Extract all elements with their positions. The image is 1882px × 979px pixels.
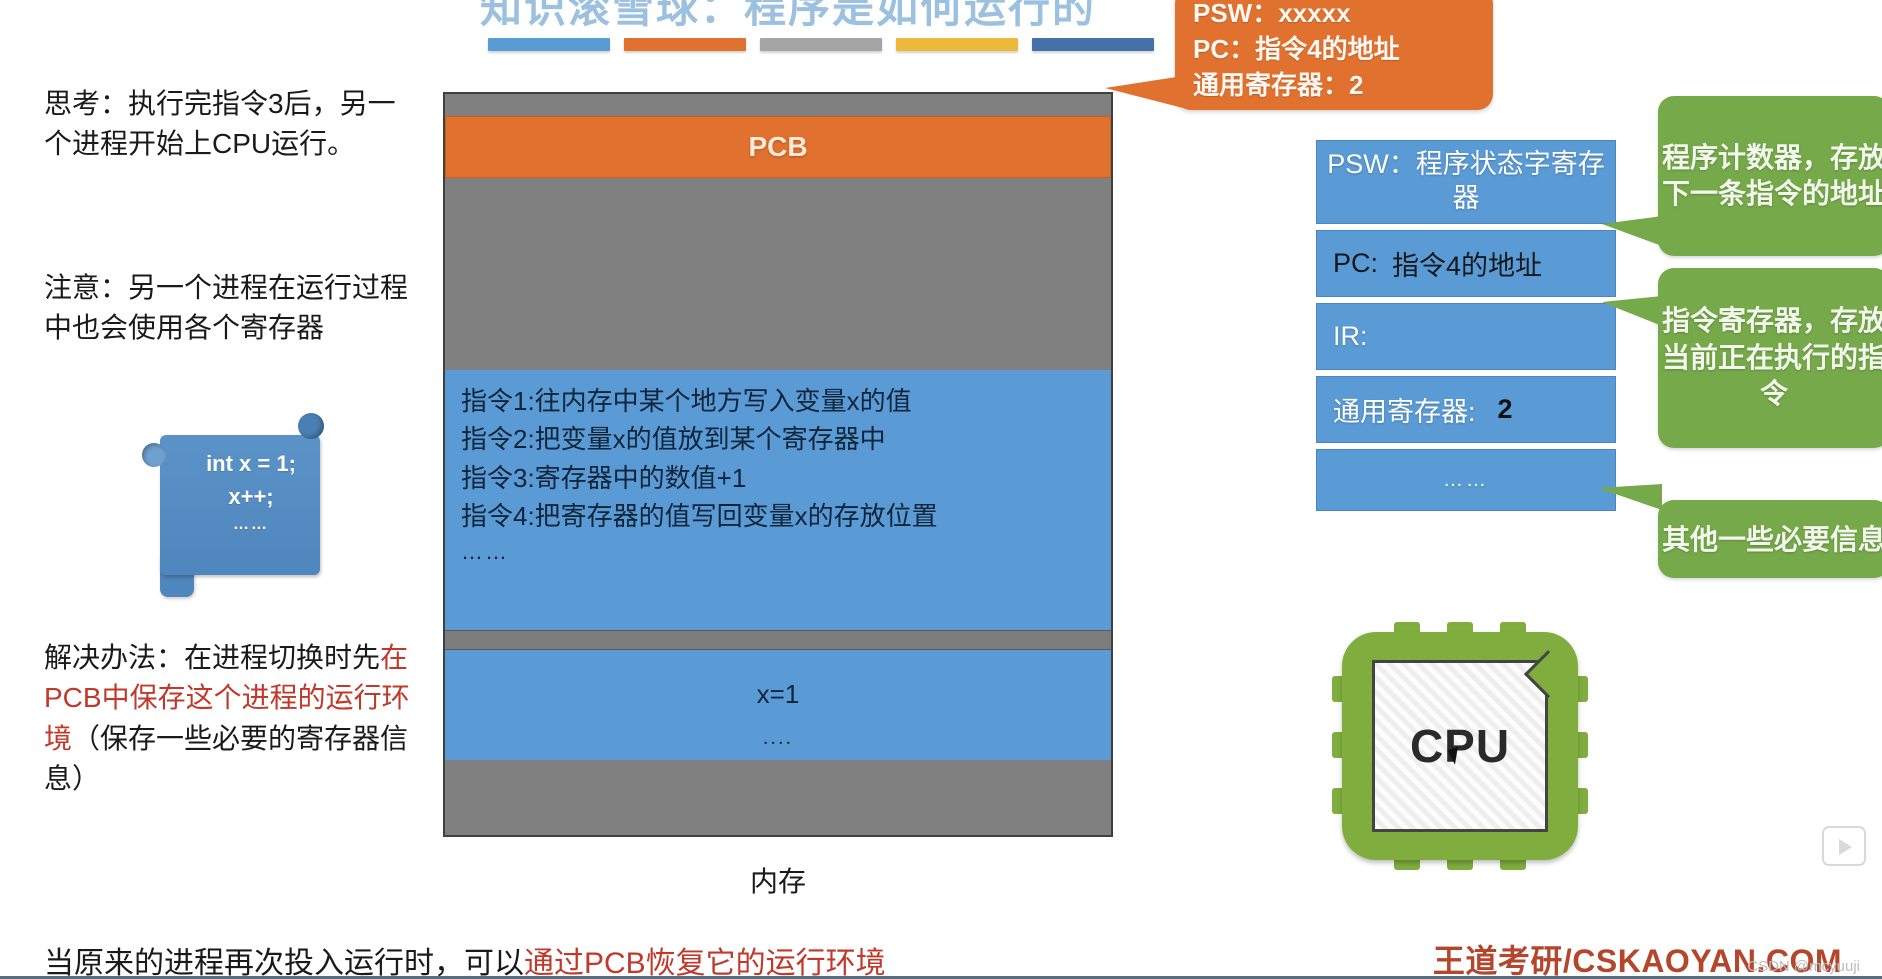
scroll-roll-top-right [298,413,324,439]
register-psw-label: PSW：程序状态字寄存器 [1327,149,1605,213]
register-ir-label: IR: [1333,321,1368,351]
memory-segment-gray-mid [445,178,1111,370]
register-pc-value: 指令4的地址 [1392,251,1543,281]
title-bar-2 [624,38,746,51]
code-line-2: x++; [228,484,274,509]
cpu-label: CPU [1409,720,1511,772]
instruction-list: 指令1:往内存中某个地方写入变量x的值 指令2:把变量x的值放到某个寄存器中 指… [445,370,1111,578]
instruction-4: 指令4:把寄存器的值写回变量x的存放位置 [461,501,938,532]
solution-suffix: （保存一些必要的寄存器信息） [44,722,409,794]
instruction-1: 指令1:往内存中某个地方写入变量x的值 [461,386,912,416]
callout-orange-line-1: PSW：xxxxx [1193,0,1351,28]
note-caution: 注意：另一个进程在运行过程中也会使用各个寄存器 [44,272,409,344]
register-pc: PC: 指令4的地址 [1316,230,1616,297]
callout-ir-tail [1602,296,1662,326]
callout-pc-tail [1602,216,1662,246]
instruction-more: …… [461,538,509,564]
code-line-1: int x = 1; [206,451,296,476]
callout-other-info: 其他一些必要信息 [1598,484,1882,578]
instruction-2: 指令2:把变量x的值放到某个寄存器中 [461,424,886,455]
footer-summary: 当原来的进程再次投入运行时，可以通过PCB恢复它的运行环境 [44,938,886,979]
note-solution: 解决办法：在进程切换时先在PCB中保存这个进程的运行环境（保存一些必要的寄存器信… [44,638,414,799]
memory-segment-divider [445,630,1111,650]
register-general: 通用寄存器: 2 [1316,376,1616,443]
data-more: .... [762,727,794,750]
memory-data-block: x=1 .... [445,650,1111,757]
note-think: 思考：执行完指令3后，另一个进程开始上CPU运行。 [44,88,396,160]
watermark-label: CSDN @mcyuuji [1747,958,1860,975]
cpu-chip-graphic: CPU [1332,622,1588,870]
callout-orange-line-3: 通用寄存器：2 [1193,69,1364,100]
memory-segment-pcb: PCB [445,116,1111,178]
memory-segment-bottom-gray [445,760,1111,835]
scroll-roll-top-left [142,443,166,467]
callout-other-text: 其他一些必要信息 [1661,523,1882,555]
footer-highlight: 通过PCB恢复它的运行环境 [524,947,886,979]
register-more-label: …… [1443,468,1489,491]
title-bar-3 [760,38,882,51]
register-psw: PSW：程序状态字寄存器 [1316,140,1616,224]
footer-prefix: 当原来的进程再次投入运行时，可以 [44,947,524,979]
pcb-label: PCB [748,131,808,162]
play-icon [1839,839,1852,855]
register-more: …… [1316,449,1616,511]
register-general-value: 2 [1497,394,1513,424]
title-bar-1 [488,38,610,51]
callout-ir-text: 指令寄存器，存放当前正在执行的指令 [1661,305,1882,410]
callout-other-tail [1598,484,1662,510]
memory-segment-instructions: 指令1:往内存中某个地方写入变量x的值 指令2:把变量x的值放到某个寄存器中 指… [445,370,1111,630]
callout-saved-context: PSW：xxxxx PC：指令4的地址 通用寄存器：2 [1105,0,1493,110]
callout-pc-text: 程序计数器，存放下一条指令的地址 [1661,141,1882,209]
callout-ir-description: 指令寄存器，存放当前正在执行的指令 [1602,268,1882,448]
callout-pc-description: 程序计数器，存放下一条指令的地址 [1602,96,1882,256]
slide-canvas: 知识滚雪球：程序是如何运行的 思考：执行完指令3后，另一个进程开始上CPU运行。… [0,0,1882,979]
cpu-chip-body: CPU [1342,632,1578,860]
title-accent-bars [488,38,1154,51]
scroll-code-text: int x = 1; x++; …… [176,447,326,537]
title-bar-5 [1032,38,1154,51]
play-button[interactable] [1822,826,1866,866]
code-scroll: int x = 1; x++; …… [142,413,324,597]
register-stack: PSW：程序状态字寄存器 PC: 指令4的地址 IR: 通用寄存器: 2 …… [1316,140,1616,517]
data-value: x=1 [756,679,800,709]
code-line-3: …… [233,516,269,533]
callout-orange-line-2: PC：指令4的地址 [1193,33,1400,64]
title-bar-4 [896,38,1018,51]
memory-caption: 内存 [749,866,806,897]
memory-segment-top-gray [445,94,1111,116]
callout-orange-tail [1105,76,1183,108]
page-title: 知识滚雪球：程序是如何运行的 [480,0,1097,31]
register-pc-label: PC: [1333,248,1379,278]
memory-diagram: PCB 指令1:往内存中某个地方写入变量x的值 指令2:把变量x的值放到某个寄存… [443,92,1113,837]
memory-segment-data: x=1 .... [445,650,1111,760]
register-general-label: 通用寄存器: [1333,397,1476,427]
register-ir: IR: [1316,303,1616,370]
instruction-3: 指令3:寄存器中的数值+1 [461,462,747,493]
solution-prefix: 解决办法：在进程切换时先 [44,642,381,673]
